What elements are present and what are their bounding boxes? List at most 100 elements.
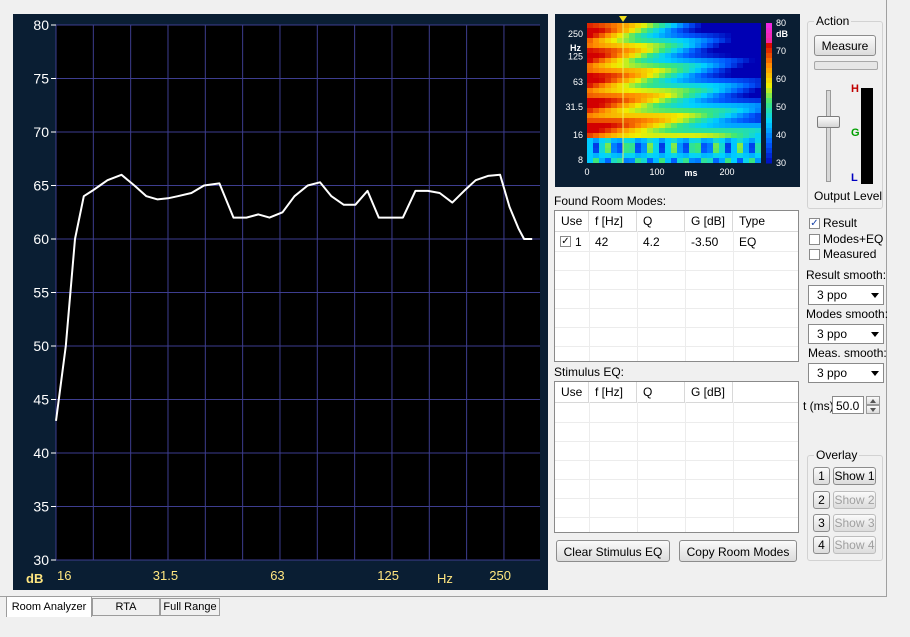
tab-room-analyzer[interactable]: Room Analyzer: [6, 596, 92, 617]
table-column-divider: [637, 402, 638, 532]
spectrogram-svg: 250 125 63 31.5 16 8 Hz 0 100 200 ms 80 70 60 50 40 30 dB: [565, 16, 788, 178]
spectrogram-cell: [755, 158, 761, 163]
spectrogram-cell: [617, 148, 623, 153]
spectrogram-cell: [617, 103, 623, 108]
spectrogram-cell: [605, 128, 611, 133]
tab-full-range[interactable]: Full Range: [160, 598, 220, 616]
spectrogram-cell: [713, 153, 719, 158]
spectrogram-cell: [731, 158, 737, 163]
copy-room-modes-button[interactable]: Copy Room Modes: [679, 540, 797, 562]
spectrogram-cell: [647, 38, 653, 43]
overlay-show-4-button[interactable]: Show 4: [833, 536, 876, 554]
measured-checkbox[interactable]: [809, 249, 820, 260]
spectrogram-cell: [725, 83, 731, 88]
tab-rta[interactable]: RTA: [92, 598, 160, 616]
output-level-slider-thumb[interactable]: [817, 116, 840, 128]
colorbar-segment: [766, 123, 772, 129]
spectrogram-cell: [653, 33, 659, 38]
overlay-show-1-button[interactable]: Show 1: [833, 467, 876, 485]
spectrogram-cell: [671, 133, 677, 138]
spectrogram-cell: [755, 138, 761, 143]
spectrogram-cell: [689, 88, 695, 93]
spectrogram-cell: [617, 48, 623, 53]
t-ms-input[interactable]: 50.0: [832, 396, 864, 414]
clear-stimulus-eq-button[interactable]: Clear Stimulus EQ: [556, 540, 670, 562]
spectrogram-cell: [659, 128, 665, 133]
spectrogram-cell: [755, 118, 761, 123]
overlay-1-number[interactable]: 1: [813, 467, 830, 485]
found-room-modes-title: Found Room Modes:: [554, 194, 667, 208]
spectrogram-cell: [707, 138, 713, 143]
spectrogram-cell: [725, 148, 731, 153]
table-row-divider: [555, 289, 798, 290]
spectrogram-cell: [671, 153, 677, 158]
spectrogram-cell: [653, 28, 659, 33]
meas-smooth-select[interactable]: 3 ppo: [808, 363, 884, 383]
output-level-label: Output Level: [814, 189, 883, 203]
spectrogram-cell: [617, 108, 623, 113]
found-room-modes-table[interactable]: Use f [Hz] Q G [dB] Type ✓ 1 42 4.2 -3.5…: [554, 210, 799, 362]
t-ms-label: t (ms): [803, 399, 834, 413]
mode-use-checkbox[interactable]: ✓: [560, 236, 571, 247]
spectrogram-plot[interactable]: 250 125 63 31.5 16 8 Hz 0 100 200 ms 80 70 60 50 40 30 dB: [555, 14, 800, 187]
spectrogram-cell: [647, 23, 653, 28]
overlay-show-3-button[interactable]: Show 3: [833, 514, 876, 532]
modes-smooth-select[interactable]: 3 ppo: [808, 324, 884, 344]
overlay-4-number[interactable]: 4: [813, 536, 830, 554]
spectrogram-cell: [713, 128, 719, 133]
spectrogram-cell: [599, 88, 605, 93]
spectrogram-cell: [587, 138, 593, 143]
spectrogram-cell: [713, 108, 719, 113]
overlay-3-number[interactable]: 3: [813, 514, 830, 532]
spectrogram-cell: [707, 48, 713, 53]
t-ms-spinner-up[interactable]: [866, 396, 880, 405]
measure-button[interactable]: Measure: [814, 35, 876, 56]
spectrogram-cell: [665, 83, 671, 88]
meter-low-label: L: [851, 172, 858, 184]
table-row-divider: [555, 460, 798, 461]
spectrogram-cell: [593, 28, 599, 33]
spectrogram-cell: [677, 88, 683, 93]
header-use: Use: [555, 211, 589, 231]
spectrogram-cell: [659, 53, 665, 58]
table-row[interactable]: ✓ 1 42 4.2 -3.50 EQ: [555, 232, 798, 252]
spectrogram-cell: [725, 43, 731, 48]
stimulus-eq-table[interactable]: Use f [Hz] Q G [dB]: [554, 381, 799, 533]
spectrogram-cell: [653, 58, 659, 63]
spectrogram-cell: [635, 58, 641, 63]
action-title: Action: [814, 14, 852, 28]
spectrogram-cell: [617, 23, 623, 28]
spectrogram-cell: [695, 123, 701, 128]
result-smooth-select[interactable]: 3 ppo: [808, 285, 884, 305]
spectrogram-cell: [611, 58, 617, 63]
overlay-show-2-button[interactable]: Show 2: [833, 491, 876, 509]
spectrogram-cell: [671, 68, 677, 73]
spectrogram-cell: [599, 23, 605, 28]
spectrogram-cell: [749, 123, 755, 128]
spectrogram-cell: [671, 73, 677, 78]
spectrogram-cell: [707, 68, 713, 73]
colorbar-segment: [766, 48, 772, 54]
overlay-2-number[interactable]: 2: [813, 491, 830, 509]
y-tick-label: 35: [33, 499, 49, 515]
spectrogram-cell: [635, 53, 641, 58]
frequency-response-plot[interactable]: 80 75 70 65 60 55 50 45 40 35 30 16 31.5 63 125 250 dB …: [13, 14, 548, 590]
spectrogram-cell: [659, 143, 665, 148]
spectrogram-cell: [653, 68, 659, 73]
spectrogram-cell: [647, 138, 653, 143]
result-checkbox[interactable]: ✓: [809, 218, 820, 229]
spectrogram-cell: [605, 98, 611, 103]
spectrogram-cell: [689, 78, 695, 83]
spectrogram-cell: [725, 53, 731, 58]
modes-eq-checkbox[interactable]: [809, 234, 820, 245]
spectrogram-cell: [611, 133, 617, 138]
spectrogram-cell: [635, 63, 641, 68]
spectrogram-cell: [605, 33, 611, 38]
spectrogram-cell: [719, 23, 725, 28]
t-ms-spinner-down[interactable]: [866, 405, 880, 414]
spectrogram-cell: [743, 78, 749, 83]
spectrogram-cell: [623, 133, 629, 138]
spectrogram-cell: [725, 108, 731, 113]
spectrogram-cell: [731, 88, 737, 93]
spectrogram-cell: [713, 63, 719, 68]
